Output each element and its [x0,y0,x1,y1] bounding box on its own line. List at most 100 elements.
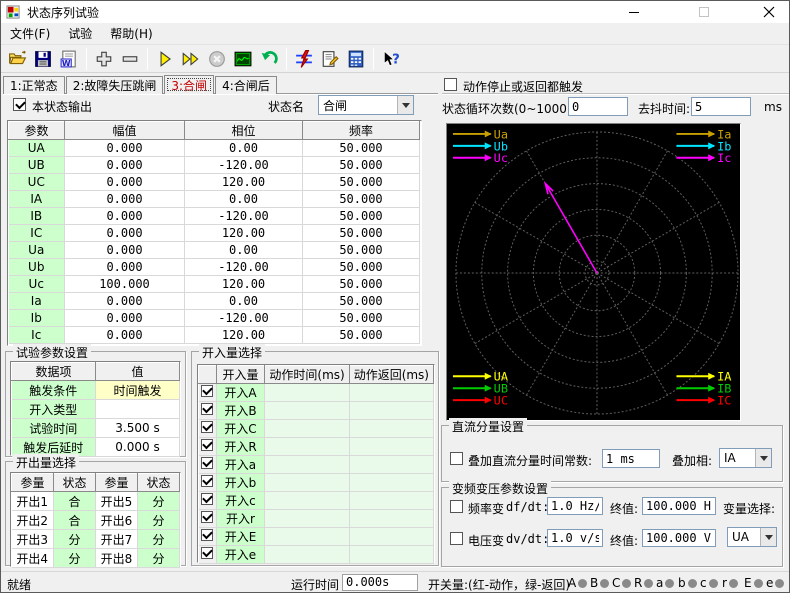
output-state-cell[interactable]: 分 [138,492,180,511]
freq-final-input[interactable] [642,497,716,515]
add-button[interactable] [91,46,117,72]
input-check-cell[interactable] [199,420,217,438]
menu-item-2[interactable]: 帮助(H) [101,23,161,44]
output-state-cell[interactable]: 分 [54,549,96,568]
frequency-cell[interactable]: 50.000 [303,242,420,259]
chevron-down-icon[interactable] [397,96,413,114]
phase-cell[interactable]: -120.00 [185,208,303,225]
input-checkbox[interactable] [201,439,213,451]
trigger-button[interactable] [291,46,317,72]
phase-cell[interactable]: 0.00 [185,293,303,310]
output-state-cell[interactable]: 合 [54,492,96,511]
menu-item-1[interactable]: 试验 [59,23,101,44]
value-cell[interactable] [96,400,180,419]
frequency-cell[interactable]: 50.000 [303,174,420,191]
input-check-cell[interactable] [199,492,217,510]
state-output-checkbox[interactable] [13,98,26,111]
value-cell[interactable]: 时间触发 [96,381,180,400]
input-checkbox[interactable] [201,385,213,397]
tab-1[interactable]: 1:正常态 [3,76,65,94]
freq-change-checkbox[interactable] [450,500,463,513]
frequency-cell[interactable]: 50.000 [303,157,420,174]
output-state-cell[interactable]: 分 [138,511,180,530]
export-word-button[interactable]: W [56,46,82,72]
output-state-cell[interactable]: 分 [138,530,180,549]
stop-button[interactable] [204,46,230,72]
amplitude-cell[interactable]: 0.000 [65,140,185,157]
frequency-cell[interactable]: 50.000 [303,310,420,327]
save-button[interactable] [30,46,56,72]
frequency-cell[interactable]: 50.000 [303,208,420,225]
help-button[interactable]: ? [378,46,404,72]
input-check-cell[interactable] [199,474,217,492]
amplitude-cell[interactable]: 0.000 [65,310,185,327]
open-button[interactable] [4,46,30,72]
amplitude-cell[interactable]: 0.000 [65,208,185,225]
chevron-down-icon[interactable] [760,528,776,546]
dvdt-input[interactable] [547,529,603,547]
dc-superpose-checkbox[interactable] [450,452,463,465]
chevron-down-icon[interactable] [755,449,771,467]
frequency-cell[interactable]: 50.000 [303,293,420,310]
state-name-combobox[interactable]: 合闸 [318,95,414,115]
input-check-cell[interactable] [199,438,217,456]
frequency-cell[interactable]: 50.000 [303,327,420,344]
input-check-cell[interactable] [199,546,217,564]
amplitude-cell[interactable]: 100.000 [65,276,185,293]
input-check-cell[interactable] [199,384,217,402]
close-button[interactable] [746,1,790,23]
frequency-cell[interactable]: 50.000 [303,276,420,293]
amplitude-cell[interactable]: 0.000 [65,157,185,174]
run-fast-button[interactable] [178,46,204,72]
tab-4[interactable]: 4:合闸后 [215,76,277,94]
superpose-phase-combobox[interactable]: IA [719,448,772,468]
report-button[interactable] [317,46,343,72]
phase-cell[interactable]: 120.00 [185,174,303,191]
calculator-button[interactable] [343,46,369,72]
tab-2[interactable]: 2:故障失压跳闸 [66,76,164,94]
input-checkbox[interactable] [201,529,213,541]
waveform-button[interactable] [230,46,256,72]
amplitude-cell[interactable]: 0.000 [65,191,185,208]
phase-cell[interactable]: 0.00 [185,140,303,157]
phase-cell[interactable]: -120.00 [185,310,303,327]
tab-3[interactable]: 3:合闸 [164,75,214,94]
volt-final-input[interactable] [642,529,716,547]
input-checkbox[interactable] [201,511,213,523]
amplitude-cell[interactable]: 0.000 [65,242,185,259]
phase-cell[interactable]: 120.00 [185,327,303,344]
input-check-cell[interactable] [199,402,217,420]
phase-cell[interactable]: 120.00 [185,276,303,293]
input-check-cell[interactable] [199,528,217,546]
maximize-button[interactable] [682,1,727,23]
remove-button[interactable] [117,46,143,72]
debounce-input[interactable] [691,97,751,116]
frequency-cell[interactable]: 50.000 [303,225,420,242]
phase-cell[interactable]: 120.00 [185,225,303,242]
run-button[interactable] [152,46,178,72]
amplitude-cell[interactable]: 0.000 [65,225,185,242]
output-state-cell[interactable]: 分 [54,530,96,549]
amplitude-cell[interactable]: 0.000 [65,293,185,310]
amplitude-cell[interactable]: 0.000 [65,174,185,191]
time-constant-input[interactable] [602,449,660,468]
dfdt-input[interactable] [547,497,603,515]
phase-cell[interactable]: 0.00 [185,242,303,259]
amplitude-cell[interactable]: 0.000 [65,259,185,276]
input-checkbox[interactable] [201,493,213,505]
input-checkbox[interactable] [201,475,213,487]
input-checkbox[interactable] [201,403,213,415]
input-checkbox[interactable] [201,457,213,469]
menu-item-0[interactable]: 文件(F) [1,23,59,44]
undo-button[interactable] [256,46,282,72]
frequency-cell[interactable]: 50.000 [303,191,420,208]
input-checkbox[interactable] [201,547,213,559]
phase-cell[interactable]: -120.00 [185,259,303,276]
value-cell[interactable]: 0.000 s [96,438,180,457]
frequency-cell[interactable]: 50.000 [303,140,420,157]
frequency-cell[interactable]: 50.000 [303,259,420,276]
loop-count-input[interactable] [568,97,628,116]
value-cell[interactable]: 3.500 s [96,419,180,438]
var-select-combobox[interactable]: UA [727,527,777,547]
input-check-cell[interactable] [199,456,217,474]
